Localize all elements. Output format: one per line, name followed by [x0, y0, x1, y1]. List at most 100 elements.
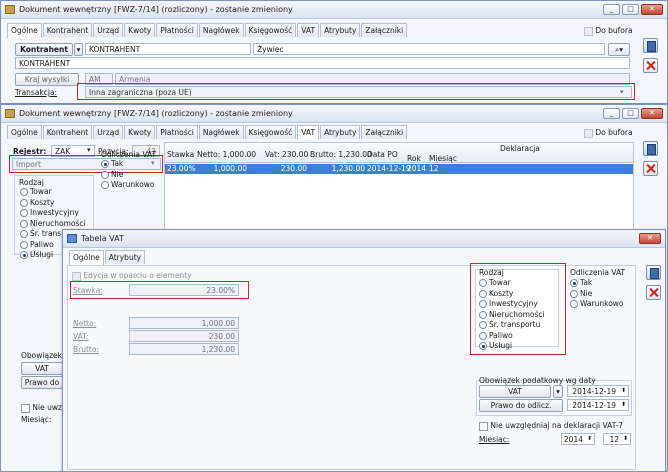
highlight-transakcja [77, 83, 635, 100]
tab-ogolne[interactable]: Ogólne [69, 250, 104, 265]
col-miesiac[interactable]: Miesiąc [429, 154, 457, 163]
tab-kontrahent[interactable]: Kontrahent [42, 125, 93, 139]
kraj-wysylki-button[interactable]: Kraj wysyłki [15, 73, 79, 86]
tab-kwoty[interactable]: Kwoty [124, 125, 156, 139]
tab-zalaczniki[interactable]: Załączniki [361, 23, 408, 37]
kontrahent-city-field[interactable]: Żywiec [253, 43, 605, 55]
rok-field[interactable]: 2014 ⬍ [561, 433, 595, 445]
col-stawka[interactable]: Stawka [167, 150, 194, 159]
nie-uwzg-checkbox[interactable]: Nie uwzględniaj na deklaracji VAT-7 [479, 421, 623, 431]
title-bar[interactable]: Dokument wewnętrzny [FWZ-7/14] (rozliczo… [1, 1, 667, 19]
tab-platnosci[interactable]: Płatności [156, 23, 198, 37]
prawo-date-field[interactable]: 2014-12-19 ⬍ [567, 399, 629, 411]
tab-naglowek[interactable]: Nagłówek [198, 23, 244, 37]
tab-atrybuty[interactable]: Atrybuty [104, 250, 146, 264]
vat-date-button[interactable]: VAT [479, 385, 551, 398]
col-vat[interactable]: Vat: 230.00 [265, 150, 308, 159]
radio-warunkowo[interactable]: Warunkowo [570, 299, 624, 310]
table-row[interactable]: 23.00% 1,000.00 230.00 1,230.00 2014-12-… [165, 164, 633, 174]
radio-inwestycyjny[interactable]: Inwestycyjny [20, 208, 86, 219]
odliczenia-radio-list: Tak Nie Warunkowo [101, 159, 155, 191]
vat-date-field[interactable]: 2014-12-19 ⬍ [567, 385, 629, 397]
do-bufora-checkbox[interactable]: Do bufora [584, 128, 633, 138]
cell-data-po: 2014-12-19 [367, 164, 411, 173]
checkbox-icon [72, 271, 81, 281]
tab-kontrahent[interactable]: Kontrahent [42, 23, 93, 37]
kontrahent-button[interactable]: Kontrahent [15, 43, 73, 56]
tabela-vat-dialog: Tabela VAT ✕ Ogólne Atrybuty Edycja w op… [62, 229, 666, 472]
prawo-button[interactable]: Prawo do [21, 376, 63, 389]
radio-nie[interactable]: Nie [570, 289, 624, 300]
radio-warunkowo[interactable]: Warunkowo [101, 180, 155, 191]
save-icon[interactable] [643, 141, 658, 156]
rodzaj-title: Rodzaj [19, 178, 44, 187]
vat-field: 230.00 [129, 330, 239, 342]
tab-kwoty[interactable]: Kwoty [124, 23, 156, 37]
search-icon[interactable]: ⌕▾ [608, 43, 630, 56]
do-bufora-label: Do bufora [595, 128, 633, 137]
tab-urzad[interactable]: Urząd [93, 23, 124, 37]
cell-miesiac: 12 [429, 164, 439, 173]
cancel-icon[interactable] [646, 285, 661, 300]
minimize-button[interactable]: _ [603, 4, 620, 15]
transakcja-label: Transakcja: [15, 88, 58, 97]
netto-field: 1,000.00 [129, 317, 239, 329]
minimize-button[interactable]: _ [603, 108, 620, 119]
document-icon [5, 5, 15, 14]
tab-atrybuty[interactable]: Atrybuty [320, 23, 361, 37]
tab-zalaczniki[interactable]: Załączniki [361, 125, 408, 139]
radio-nie[interactable]: Nie [101, 170, 155, 181]
tab-ogolne[interactable]: Ogólne [7, 125, 42, 139]
odliczenia-title: Odliczenia VAT [101, 150, 157, 159]
close-button[interactable]: ✕ [639, 233, 661, 244]
col-rok[interactable]: Rok [407, 154, 421, 163]
tab-ogolne[interactable]: Ogólne [7, 23, 42, 38]
maximize-button[interactable]: □ [622, 108, 639, 119]
tab-vat[interactable]: VAT [297, 125, 320, 140]
save-icon[interactable] [643, 38, 658, 53]
vat-date-button[interactable]: VAT [21, 362, 63, 375]
document-window-back: Dokument wewnętrzny [FWZ-7/14] (rozliczo… [0, 0, 668, 104]
tab-urzad[interactable]: Urząd [93, 125, 124, 139]
tab-naglowek[interactable]: Nagłówek [198, 125, 244, 139]
radio-koszty[interactable]: Koszty [20, 198, 86, 209]
tab-platnosci[interactable]: Płatności [156, 125, 198, 139]
cell-brutto: 1,230.00 [331, 164, 365, 173]
do-bufora-checkbox[interactable]: Do bufora [584, 26, 633, 36]
close-button[interactable]: ✕ [641, 4, 663, 15]
prawo-do-odlicz-button[interactable]: Prawo do odlicz. [479, 399, 563, 412]
title-bar[interactable]: Tabela VAT ✕ [63, 230, 665, 248]
cancel-icon[interactable] [643, 58, 658, 73]
tab-vat[interactable]: VAT [297, 23, 320, 37]
radio-towar[interactable]: Towar [20, 187, 86, 198]
kontrahent-name-field[interactable]: KONTRAHENT [15, 57, 630, 69]
window-title: Dokument wewnętrzny [FWZ-7/14] (rozliczo… [19, 5, 293, 14]
cancel-icon[interactable] [643, 161, 658, 176]
brutto-label: Brutto: [73, 345, 99, 354]
radio-tak[interactable]: Tak [570, 278, 624, 289]
window-title: Dokument wewnętrzny [FWZ-7/14] (rozliczo… [19, 109, 293, 118]
vat-table: Stawka Netto: 1,000.00 Vat: 230.00 Brutt… [164, 142, 634, 234]
tab-ksiegowosc[interactable]: Księgowość [244, 125, 297, 139]
close-button[interactable]: ✕ [641, 108, 663, 119]
miesiac-label: Miesiąc: [21, 415, 52, 424]
save-icon[interactable] [646, 265, 661, 280]
cell-vat: 230.00 [280, 164, 307, 173]
spinner-icon: ⬍ [620, 387, 626, 394]
radio-nieruchomosci[interactable]: Nieruchomości [20, 219, 86, 230]
vat-date-dropdown[interactable]: ▾ [553, 385, 563, 398]
col-netto[interactable]: Netto: 1,000.00 [197, 150, 256, 159]
tab-atrybuty[interactable]: Atrybuty [320, 125, 361, 139]
title-bar[interactable]: Dokument wewnętrzny [FWZ-7/14] (rozliczo… [1, 105, 667, 123]
kontrahent-code-field[interactable]: KONTRAHENT [85, 43, 251, 55]
tab-ksiegowosc[interactable]: Księgowość [244, 23, 297, 37]
checkbox-icon [584, 128, 593, 138]
radio-tak[interactable]: Tak [101, 159, 155, 170]
col-brutto[interactable]: Brutto: 1,230.00 [310, 150, 372, 159]
miesiac-field[interactable]: 12 ⬍ [603, 433, 631, 445]
maximize-button[interactable]: □ [622, 4, 639, 15]
spinner-icon: ⬍ [586, 435, 592, 442]
table-icon [67, 234, 77, 243]
col-data-po[interactable]: Data PO [367, 150, 398, 159]
kontrahent-dropdown[interactable]: ▾ [74, 43, 83, 56]
